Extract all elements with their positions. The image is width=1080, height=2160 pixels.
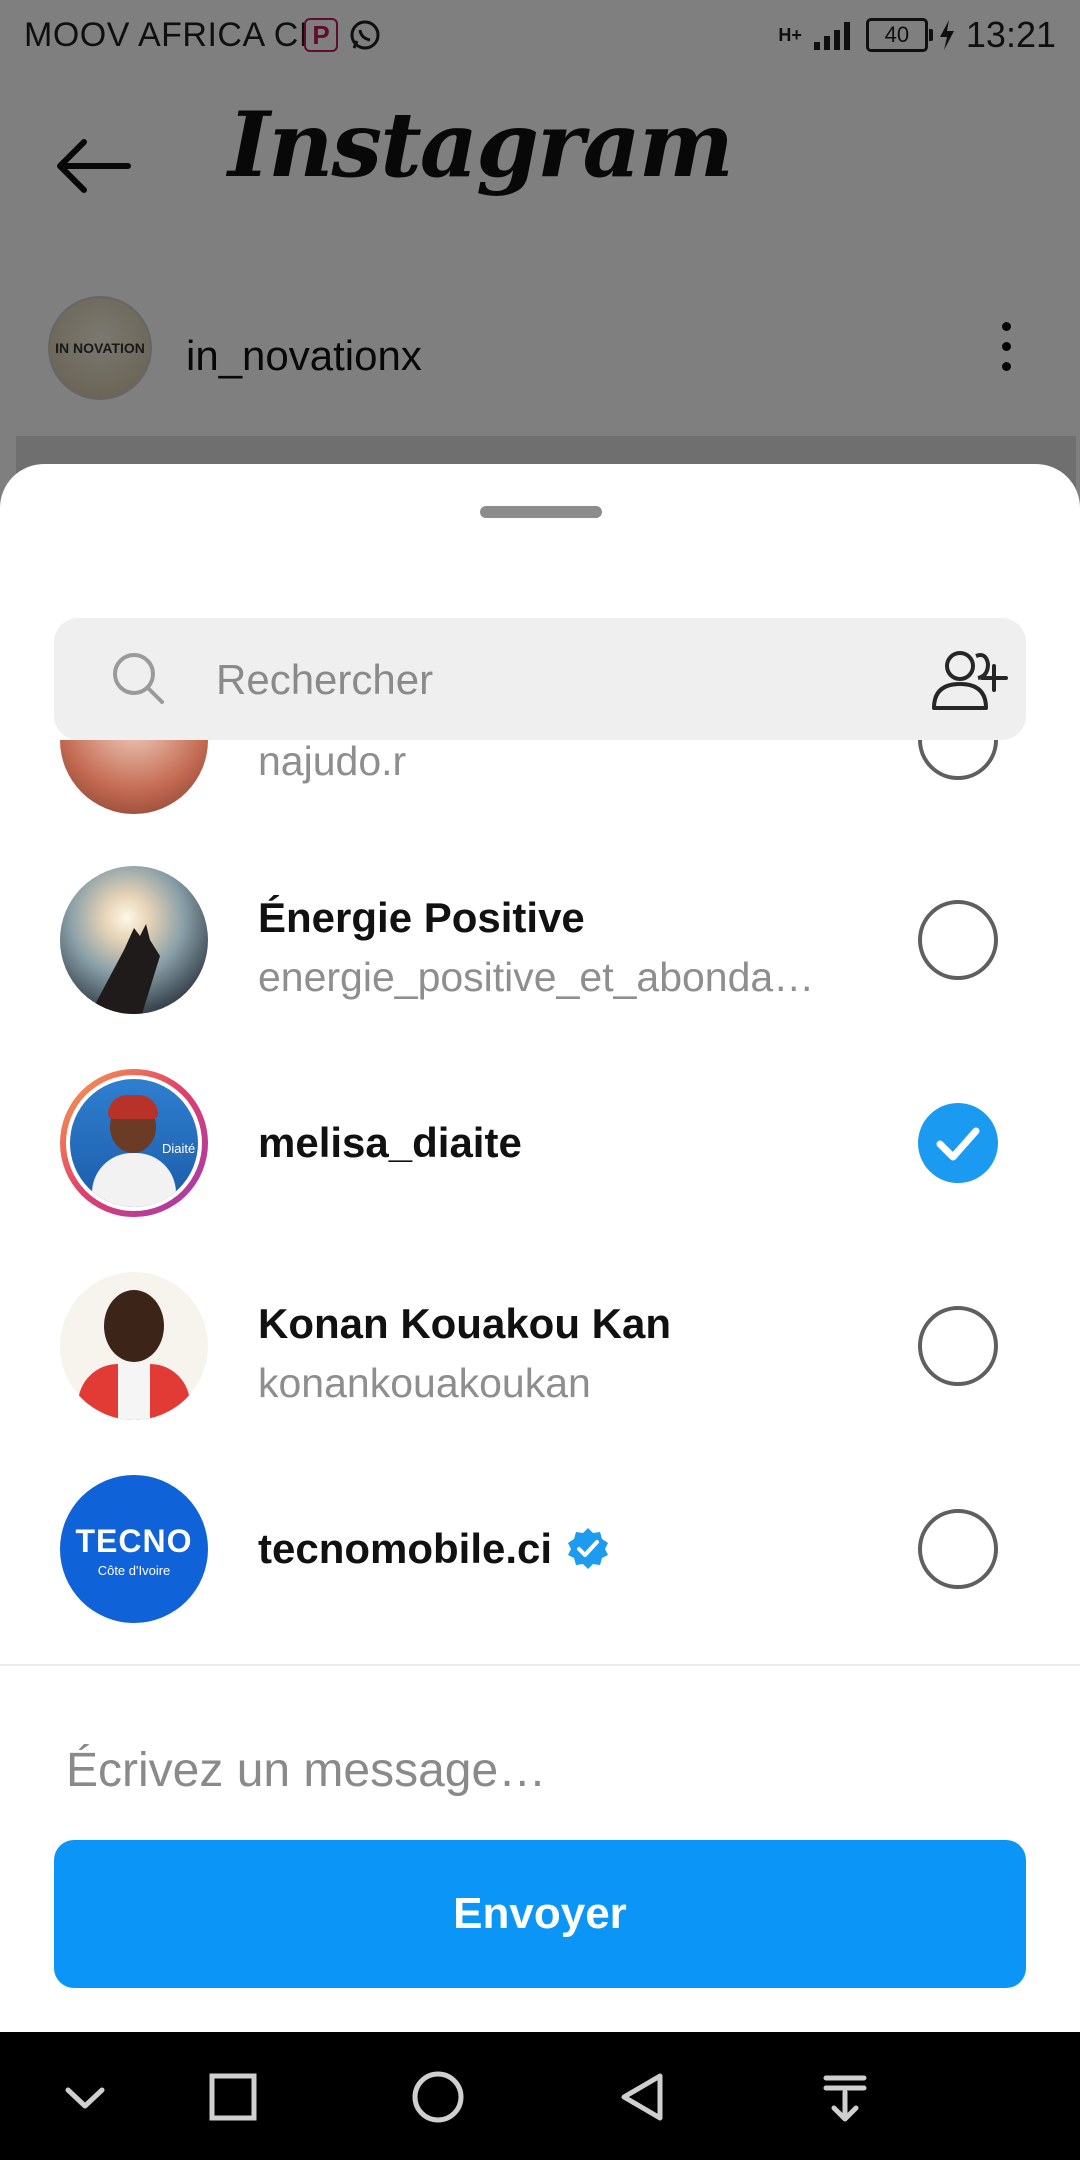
- contact-name-text: tecnomobile.ci: [258, 1525, 553, 1572]
- silhouette-hand-icon: [90, 924, 160, 1014]
- avatar-caption: Diaité: [162, 1141, 196, 1156]
- select-radio[interactable]: [918, 740, 998, 780]
- send-button[interactable]: Envoyer: [54, 1840, 1026, 1988]
- system-nav-bar: [0, 2032, 1080, 2160]
- tecno-logo: TECNO: [75, 1523, 193, 1559]
- contact-username: konankouakoukan: [258, 1360, 591, 1406]
- back-triangle-icon[interactable]: [608, 2062, 678, 2132]
- divider: [0, 1664, 1080, 1666]
- checkmark-icon: [936, 1127, 980, 1161]
- select-radio[interactable]: [918, 1306, 998, 1386]
- avatar: Diaité: [60, 1069, 208, 1217]
- contact-name: Énergie Positive: [258, 894, 585, 941]
- avatar: TECNO Côte d'Ivoire: [60, 1475, 208, 1623]
- search-input[interactable]: [214, 618, 918, 742]
- list-item[interactable]: Diaité melisa_diaite: [0, 1043, 1080, 1243]
- select-radio[interactable]: [918, 900, 998, 980]
- add-people-icon[interactable]: [924, 644, 1010, 714]
- list-item[interactable]: TECNO Côte d'Ivoire tecnomobile.ci: [0, 1449, 1080, 1649]
- contact-username: najudo.r: [258, 740, 407, 784]
- contact-username: energie_positive_et_abonda…: [258, 954, 815, 1000]
- search-bar: [54, 618, 1026, 742]
- avatar: [60, 740, 208, 814]
- recents-square-icon[interactable]: [198, 2062, 268, 2132]
- contact-name: tecnomobile.ci: [258, 1525, 610, 1573]
- avatar: [60, 1272, 208, 1420]
- list-item[interactable]: [0, 1652, 1080, 1670]
- avatar: [60, 866, 208, 1014]
- message-input[interactable]: [66, 1732, 1006, 1808]
- search-icon: [113, 653, 164, 704]
- select-radio-checked[interactable]: [918, 1103, 998, 1183]
- drag-handle[interactable]: [480, 506, 602, 518]
- select-radio[interactable]: [918, 1509, 998, 1589]
- share-sheet: najudo.r Énergie Positive energie_positi…: [0, 464, 1080, 2032]
- chevron-down-icon[interactable]: [50, 2062, 120, 2132]
- notification-pull-icon[interactable]: [810, 2062, 880, 2132]
- contact-name: Konan Kouakou Kan: [258, 1300, 672, 1347]
- home-circle-icon[interactable]: [403, 2062, 473, 2132]
- list-item[interactable]: Konan Kouakou Kan konankouakoukan: [0, 1246, 1080, 1446]
- contact-name: melisa_diaite: [258, 1119, 522, 1166]
- avatar-photo: Diaité: [66, 1075, 202, 1211]
- list-item[interactable]: Énergie Positive energie_positive_et_abo…: [0, 840, 1080, 1040]
- contact-list: najudo.r Énergie Positive energie_positi…: [0, 740, 1080, 1670]
- list-item[interactable]: najudo.r: [0, 740, 1080, 840]
- tecno-logo-subtitle: Côte d'Ivoire: [97, 1563, 171, 1578]
- verified-badge-icon: [568, 1527, 609, 1569]
